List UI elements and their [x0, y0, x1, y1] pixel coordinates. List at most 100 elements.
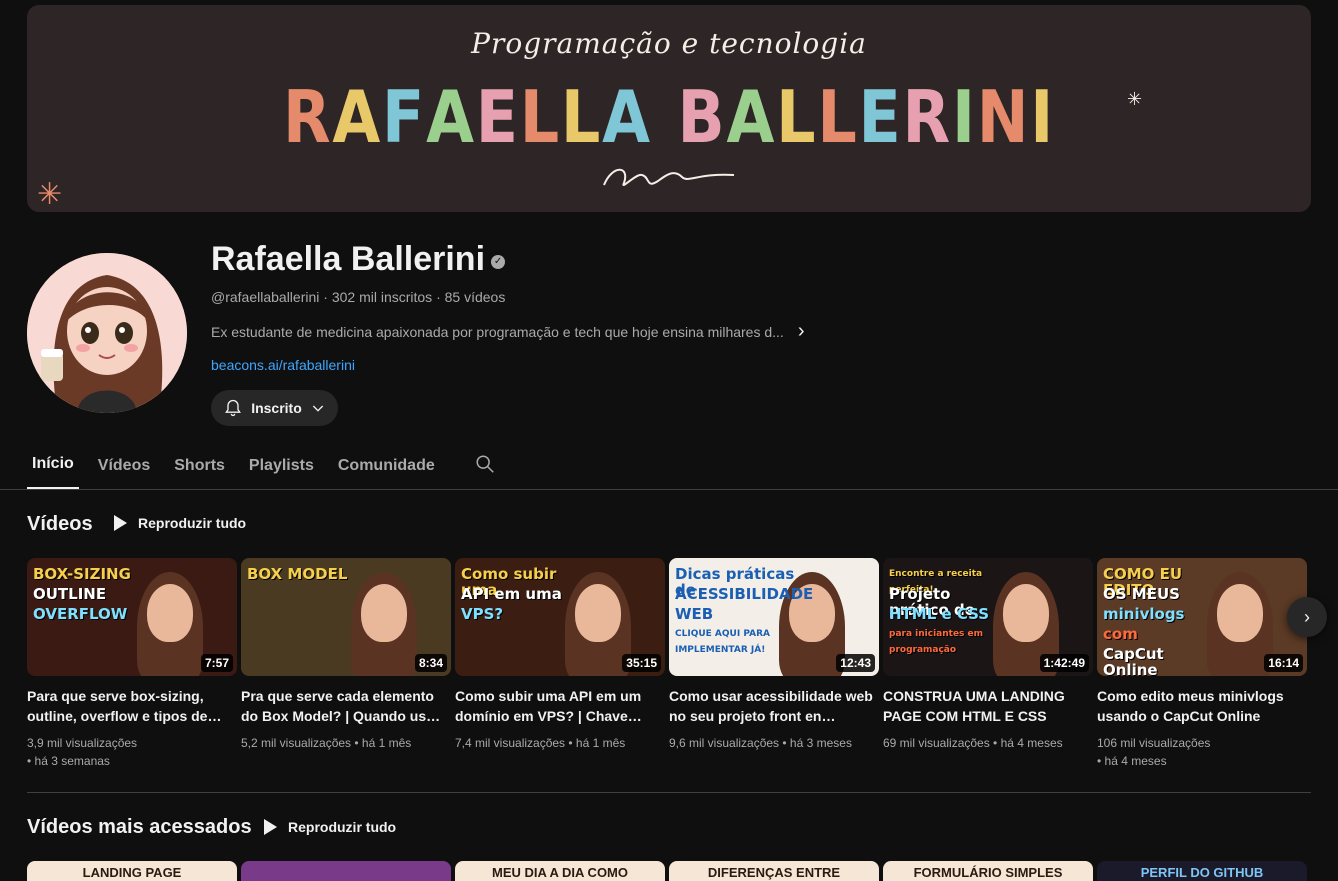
- video-stats: 9,6 mil visualizações • há 3 meses: [669, 734, 879, 752]
- video-age: há 3 semanas: [34, 754, 110, 768]
- tab-comunidade[interactable]: Comunidade: [333, 441, 440, 489]
- video-card[interactable]: Dicas práticas de ACESSIBILIDADE WEB CLIQUE…: [669, 558, 879, 770]
- play-icon: [264, 819, 277, 835]
- video-stats: 7,4 mil visualizações • há 1 mês: [455, 734, 665, 752]
- video-thumbnail[interactable]: Encontre a receita perfeita! Projeto prát…: [883, 558, 1093, 676]
- video-duration: 12:43: [836, 654, 875, 672]
- thumbnail-text: DIFERENÇAS ENTRE: [707, 865, 841, 880]
- thumbnail-text: OVERFLOW: [33, 605, 128, 623]
- thumbnail-text: WEB: [675, 605, 714, 623]
- stats-separator: •: [779, 736, 790, 750]
- popular-video-thumbnail[interactable]: [241, 861, 451, 881]
- popular-video-thumbnail[interactable]: FORMULÁRIO SIMPLES: [883, 861, 1093, 881]
- stats-separator: •: [989, 736, 1001, 750]
- description-text: Ex estudante de medicina apaixonada por …: [211, 323, 784, 340]
- video-duration: 1:42:49: [1039, 654, 1089, 672]
- video-thumbnail[interactable]: BOX-SIZING OUTLINE OVERFLOW 7:57: [27, 558, 237, 676]
- video-title[interactable]: Como subir uma API em um domínio em VPS?…: [455, 686, 665, 726]
- video-stats: 5,2 mil visualizações • há 1 mês: [241, 734, 451, 752]
- thumbnail-text: CLIQUE AQUI PARA IMPLEMENTAR JÁ!: [675, 629, 770, 655]
- thumbnail-text: LANDING PAGE: [82, 865, 182, 880]
- banner-letter: F: [382, 75, 427, 159]
- popular-video-thumbnail[interactable]: DIFERENÇAS ENTRE: [669, 861, 879, 881]
- thumbnail-text: BOX MODEL: [247, 565, 348, 583]
- video-card[interactable]: COMO EU EDITO OS MEUS minivlogs com CapCut O…: [1097, 558, 1307, 770]
- channel-avatar[interactable]: [27, 253, 187, 413]
- video-title[interactable]: Para que serve box-sizing, outline, over…: [27, 686, 237, 726]
- video-card[interactable]: Encontre a receita perfeita! Projeto prát…: [883, 558, 1093, 770]
- video-views: 106 mil visualizações: [1097, 736, 1211, 750]
- banner-title: RAFAELLA BALLERINI: [117, 77, 1221, 157]
- thumbnail-text: VPS?: [461, 605, 504, 623]
- search-icon[interactable]: [454, 441, 496, 489]
- channel-name: Rafaella Ballerini ✓: [211, 240, 506, 279]
- banner-letter: L: [519, 75, 561, 159]
- video-title[interactable]: CONSTRUA UMA LANDING PAGE COM HTML E CSS: [883, 686, 1093, 726]
- verified-icon: ✓: [491, 254, 506, 269]
- video-age: há 3 meses: [789, 736, 852, 750]
- video-title[interactable]: Como edito meus minivlogs usando o CapCu…: [1097, 686, 1307, 726]
- stats-separator: •: [27, 754, 35, 768]
- thumbnail-text: ACESSIBILIDADE: [675, 585, 814, 603]
- popular-shelf: LANDING PAGE MEU DIA A DIA COMO DIFERENÇAS…: [27, 861, 1307, 881]
- star-decoration-icon: ✳: [1127, 89, 1143, 109]
- channel-description[interactable]: Ex estudante de medicina apaixonada por …: [211, 320, 804, 343]
- stats-separator: •: [565, 736, 576, 750]
- video-stats: 3,9 mil visualizações • há 3 semanas: [27, 734, 237, 770]
- channel-link[interactable]: beacons.ai/rafaballerini: [211, 357, 355, 373]
- play-all-button[interactable]: Reproduzir tudo: [112, 514, 246, 532]
- banner-letter: R: [282, 75, 333, 159]
- banner-letter: A: [602, 75, 652, 159]
- banner-letter: E: [475, 75, 520, 159]
- stats-separator: •: [351, 736, 362, 750]
- next-arrow-button[interactable]: ›: [1287, 597, 1327, 637]
- star-decoration-icon: ✳: [37, 178, 63, 211]
- video-stats: 69 mil visualizações • há 4 meses: [883, 734, 1093, 752]
- video-thumbnail[interactable]: COMO EU EDITO OS MEUS minivlogs com CapCut O…: [1097, 558, 1307, 676]
- thumbnail-text: BOX-SIZING: [33, 565, 131, 583]
- thumbnail-text: com: [1103, 625, 1138, 643]
- thumbnail-text: OS MEUS: [1103, 585, 1180, 603]
- video-views: 5,2 mil visualizações: [241, 736, 352, 750]
- video-duration: 7:57: [200, 654, 233, 672]
- video-age: há 4 meses: [1000, 736, 1063, 750]
- video-stats: 106 mil visualizações • há 4 meses: [1097, 734, 1307, 770]
- banner-letter: I: [951, 75, 977, 159]
- video-card[interactable]: BOX MODEL 8:34 Pra que serve cada elemento…: [241, 558, 451, 770]
- stats-separator: •: [1097, 754, 1105, 768]
- videos-shelf: BOX-SIZING OUTLINE OVERFLOW 7:57 Para que se…: [27, 558, 1307, 770]
- video-thumbnail[interactable]: Como subir uma API em uma VPS? 35:15: [455, 558, 665, 676]
- popular-video-thumbnail[interactable]: PERFIL DO GITHUB: [1097, 861, 1307, 881]
- thumbnail-text: para iniciantes em programação: [889, 629, 984, 655]
- tab-videos[interactable]: Vídeos: [93, 441, 155, 489]
- video-age: há 1 mês: [575, 736, 626, 750]
- video-card[interactable]: BOX-SIZING OUTLINE OVERFLOW 7:57 Para que se…: [27, 558, 237, 770]
- thumbnail-person-face: [1217, 584, 1263, 642]
- video-age: há 1 mês: [361, 736, 412, 750]
- subscribed-button[interactable]: Inscrito: [211, 390, 338, 426]
- video-card[interactable]: Como subir uma API em uma VPS? 35:15 Como su…: [455, 558, 665, 770]
- video-title[interactable]: Pra que serve cada elemento do Box Model…: [241, 686, 451, 726]
- video-age: há 4 meses: [1104, 754, 1167, 768]
- tab-shorts[interactable]: Shorts: [169, 441, 230, 489]
- banner-letter: E: [858, 75, 903, 159]
- video-views: 9,6 mil visualizações: [669, 736, 780, 750]
- popular-video-thumbnail[interactable]: MEU DIA A DIA COMO: [455, 861, 665, 881]
- thumbnail-person-face: [361, 584, 407, 642]
- popular-video-thumbnail[interactable]: LANDING PAGE: [27, 861, 237, 881]
- banner-letter: L: [776, 75, 818, 159]
- tab-playlists[interactable]: Playlists: [244, 441, 319, 489]
- tab-inicio[interactable]: Início: [27, 441, 79, 489]
- video-thumbnail[interactable]: BOX MODEL 8:34: [241, 558, 451, 676]
- subscribed-label: Inscrito: [251, 400, 302, 416]
- video-duration: 8:34: [414, 654, 447, 672]
- video-title[interactable]: Como usar acessibilidade web no seu proj…: [669, 686, 879, 726]
- banner-letter: A: [726, 75, 777, 159]
- chevron-right-icon[interactable]: ›: [798, 320, 805, 343]
- banner-letter: I: [1030, 75, 1056, 159]
- thumbnail-text: MEU DIA A DIA COMO: [491, 865, 628, 880]
- play-all-popular-button[interactable]: Reproduzir tudo: [262, 818, 396, 836]
- channel-meta: @rafaellaballerini · 302 mil inscritos ·…: [211, 289, 506, 305]
- thumbnail-text: minivlogs: [1103, 605, 1185, 623]
- video-thumbnail[interactable]: Dicas práticas de ACESSIBILIDADE WEB CLIQUE…: [669, 558, 879, 676]
